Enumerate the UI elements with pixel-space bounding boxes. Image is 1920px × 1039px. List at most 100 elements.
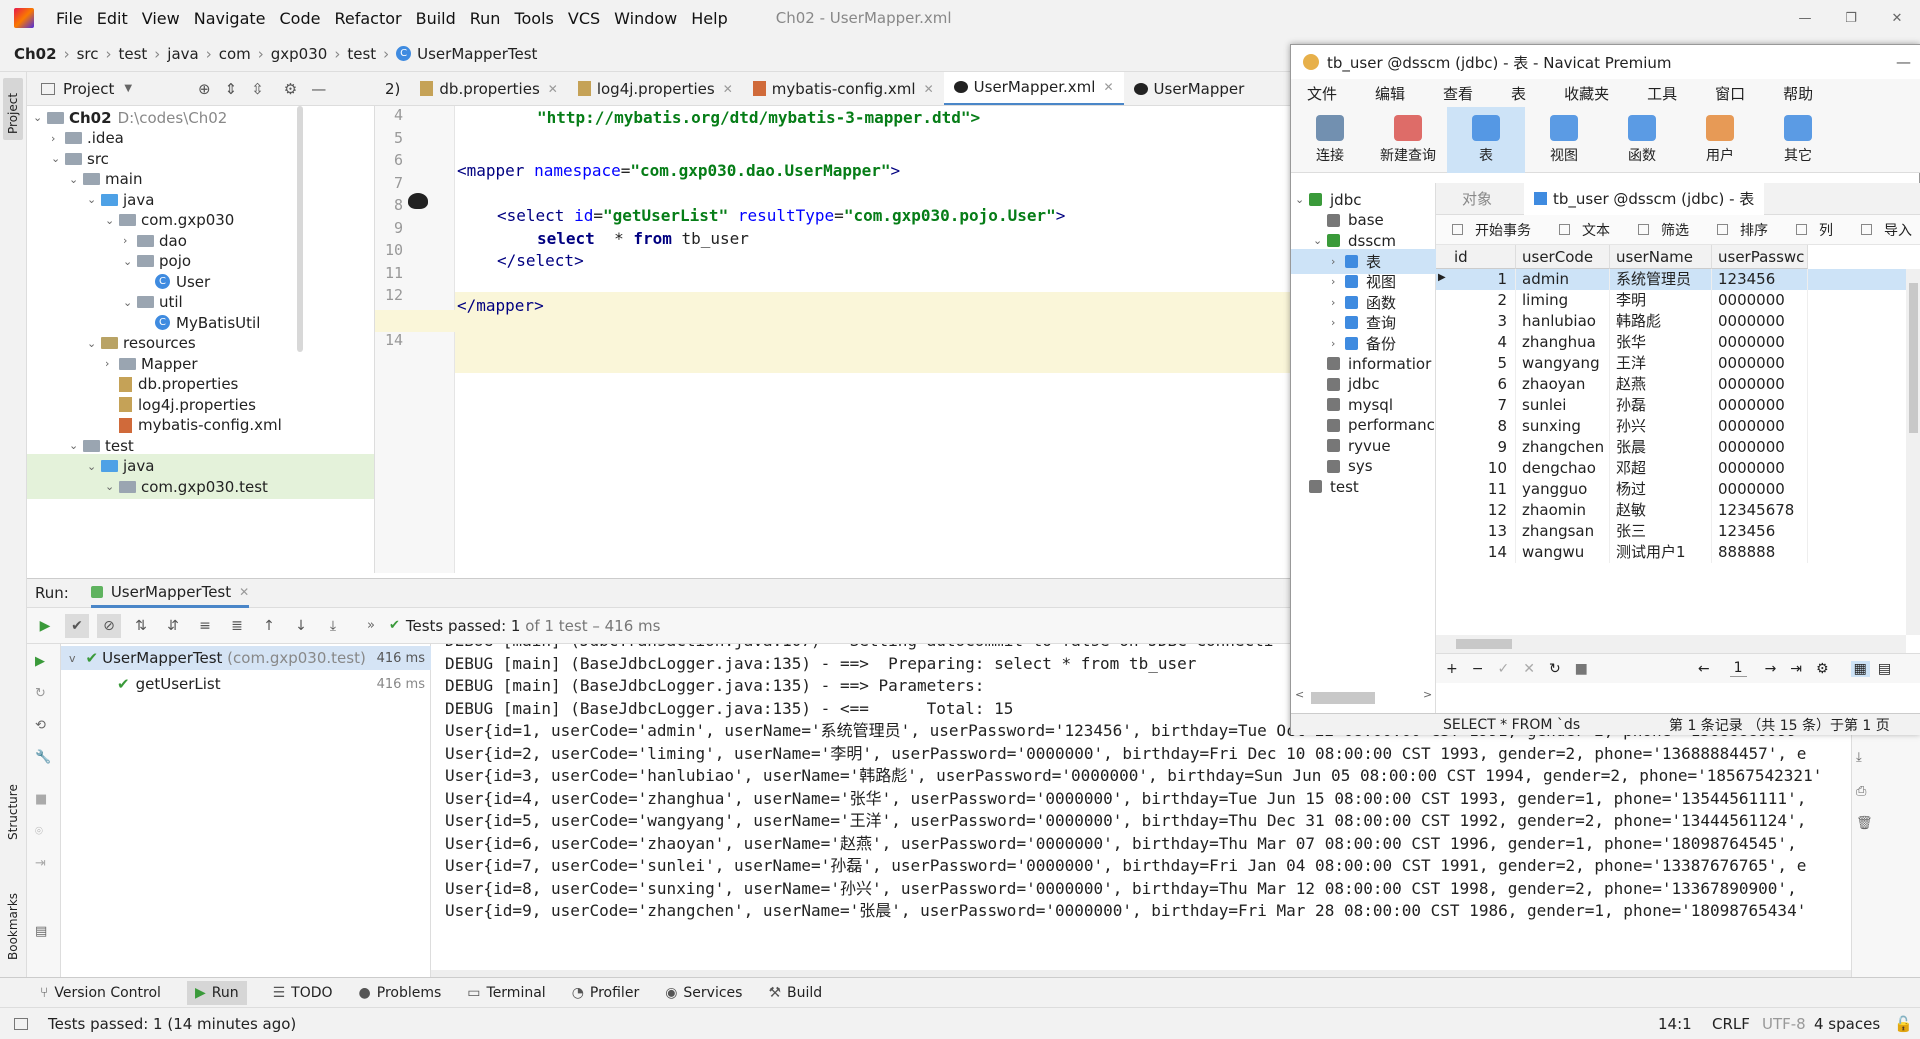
cell-usercode[interactable]: hanlubiao	[1516, 311, 1610, 332]
menu-view[interactable]: View	[142, 9, 180, 28]
status-panel-icon[interactable]	[14, 1017, 28, 1030]
objects-tab[interactable]: 对象	[1462, 188, 1492, 209]
tree-scrollbar[interactable]	[297, 106, 303, 352]
cell-username[interactable]: 赵燕	[1610, 374, 1712, 395]
menu-navigate[interactable]: Navigate	[194, 9, 266, 28]
prev-test-icon[interactable]: ↑	[257, 614, 281, 638]
table-row[interactable]: 5 wangyang 王洋 0000000	[1436, 353, 1906, 374]
navicat-tree-item[interactable]: test	[1291, 474, 1436, 499]
wrench-icon[interactable]: 🔧	[35, 750, 51, 765]
page-number[interactable]: 1	[1729, 660, 1747, 677]
chevron-down-icon[interactable]: ⌄	[1295, 193, 1309, 206]
cell-usercode[interactable]: zhanghua	[1516, 332, 1610, 353]
chevron-down-icon[interactable]: ⌄	[87, 460, 101, 473]
chevron-right-icon[interactable]: ›	[105, 357, 119, 370]
chevron-right-icon[interactable]: ›	[1331, 275, 1345, 288]
cell-usercode[interactable]: zhaoyan	[1516, 374, 1610, 395]
restore-icon[interactable]: ❐	[1828, 11, 1874, 26]
cell-userpasswc[interactable]: 123456	[1712, 521, 1808, 542]
table-row[interactable]: 3 hanlubiao 韩路彪 0000000	[1436, 311, 1906, 332]
cell-usercode[interactable]: wangwu	[1516, 542, 1610, 563]
chevron-right-icon[interactable]: ›	[1331, 337, 1345, 350]
cell-usercode[interactable]: wangyang	[1516, 353, 1610, 374]
tree-item-com-gxp030-test[interactable]: ⌄ com.gxp030.test	[27, 474, 374, 499]
toolbar-connect-button[interactable]: 连接	[1291, 107, 1369, 173]
tool-tab-services[interactable]: ◉ Services	[665, 985, 742, 1001]
chevron-down-icon[interactable]: ⌄	[105, 480, 119, 493]
scroll-end-icon[interactable]: ⤓	[1856, 750, 1862, 765]
add-record-icon[interactable]: +	[1446, 661, 1458, 677]
toolbar-new-query-button[interactable]: 新建查询	[1369, 107, 1447, 173]
cell-id[interactable]: 5	[1448, 353, 1516, 374]
navicat-minimize-icon[interactable]: —	[1896, 53, 1911, 71]
tool-tab-version-control[interactable]: ⑂ Version Control	[40, 985, 161, 1001]
navicat-menu-item[interactable]: 表	[1511, 83, 1526, 104]
columns-button[interactable]: 列	[1788, 220, 1839, 240]
text-button[interactable]: 文本	[1551, 220, 1616, 240]
console-hscrollbar[interactable]	[431, 970, 1851, 977]
data-grid[interactable]: id userCode userName userPasswc ▶ 1 admin 系统管理员…	[1436, 245, 1920, 635]
cell-usercode[interactable]: sunlei	[1516, 395, 1610, 416]
cell-usercode[interactable]: zhangchen	[1516, 437, 1610, 458]
cell-username[interactable]: 系统管理员	[1610, 269, 1712, 290]
cell-id[interactable]: 9	[1448, 437, 1516, 458]
tool-tab-run[interactable]: ▶ Run	[186, 980, 247, 1005]
table-row[interactable]: 2 liming 李明 0000000	[1436, 290, 1906, 311]
chevron-down-icon[interactable]: ⌄	[105, 214, 119, 227]
tool-tab-build[interactable]: ⚒ Build	[768, 985, 822, 1001]
cell-id[interactable]: 1	[1448, 269, 1516, 290]
hide-panel-icon[interactable]: —	[311, 80, 326, 98]
cell-userpasswc[interactable]: 0000000	[1712, 437, 1808, 458]
column-header-username[interactable]: userName	[1610, 245, 1712, 269]
transaction-button[interactable]: 开始事务	[1444, 220, 1537, 240]
menu-file[interactable]: File	[56, 9, 83, 28]
cell-userpasswc[interactable]: 0000000	[1712, 395, 1808, 416]
line-separator[interactable]: CRLF	[1712, 1015, 1750, 1033]
toolbar-user-button[interactable]: 用户	[1681, 107, 1759, 173]
column-header-id[interactable]: id	[1448, 245, 1516, 269]
chevron-down-icon[interactable]: ⌄	[69, 439, 83, 452]
close-tab-icon[interactable]: ✕	[548, 82, 558, 96]
tab-log4j-properties[interactable]: log4j.properties ✕	[568, 72, 743, 105]
stop-icon[interactable]: ■	[35, 792, 47, 807]
cell-username[interactable]: 邓超	[1610, 458, 1712, 479]
tool-tab-terminal[interactable]: ▭ Terminal	[467, 985, 545, 1001]
cell-username[interactable]: 孙磊	[1610, 395, 1712, 416]
breadcrumb-item[interactable]: Ch02	[14, 45, 57, 63]
filter-button[interactable]: 筛选	[1630, 220, 1695, 240]
cell-usercode[interactable]: zhangsan	[1516, 521, 1610, 542]
cell-id[interactable]: 4	[1448, 332, 1516, 353]
grid-vscroll-thumb[interactable]	[1909, 283, 1918, 433]
intellij-logo-icon[interactable]	[14, 8, 34, 28]
menu-build[interactable]: Build	[416, 9, 456, 28]
stop-icon[interactable]: ■	[1575, 661, 1588, 677]
sort-duration-icon[interactable]: ⇵	[161, 614, 185, 638]
cursor-position[interactable]: 14:1	[1658, 1015, 1692, 1033]
cell-usercode[interactable]: dengchao	[1516, 458, 1610, 479]
cell-id[interactable]: 2	[1448, 290, 1516, 311]
chevron-right-icon[interactable]: ›	[1331, 255, 1345, 268]
delete-record-icon[interactable]: −	[1472, 661, 1484, 677]
navicat-menu-item[interactable]: 帮助	[1783, 83, 1813, 104]
gear-icon[interactable]: ⚙	[284, 80, 297, 98]
mapper-bird-icon[interactable]	[408, 193, 428, 209]
grid-vscrollbar[interactable]	[1906, 269, 1920, 635]
cell-username[interactable]: 张晨	[1610, 437, 1712, 458]
cell-userpasswc[interactable]: 888888	[1712, 542, 1808, 563]
table-row[interactable]: 13 zhangsan 张三 123456	[1436, 521, 1906, 542]
tree-scroll-thumb[interactable]	[1311, 692, 1375, 704]
exit-icon[interactable]: ⇥	[35, 856, 46, 871]
tree-scroll-left-icon[interactable]: <	[1295, 688, 1304, 701]
cell-userpasswc[interactable]: 123456	[1712, 269, 1808, 290]
table-tab[interactable]: tb_user @dsscm (jdbc) - 表	[1524, 182, 1765, 215]
expand-all-icon[interactable]: ⇕	[225, 80, 238, 98]
navicat-menu-item[interactable]: 收藏夹	[1564, 83, 1609, 104]
last-page-icon[interactable]: ⇥	[1790, 661, 1802, 677]
cell-username[interactable]: 赵敏	[1610, 500, 1712, 521]
layout-icon[interactable]: ▤	[35, 924, 47, 939]
chevron-down-icon[interactable]: ⌄	[87, 337, 101, 350]
menu-run[interactable]: Run	[470, 9, 501, 28]
breadcrumb-item[interactable]: test	[118, 45, 147, 63]
collapse-icon[interactable]: ≣	[225, 614, 249, 638]
cell-usercode[interactable]: liming	[1516, 290, 1610, 311]
